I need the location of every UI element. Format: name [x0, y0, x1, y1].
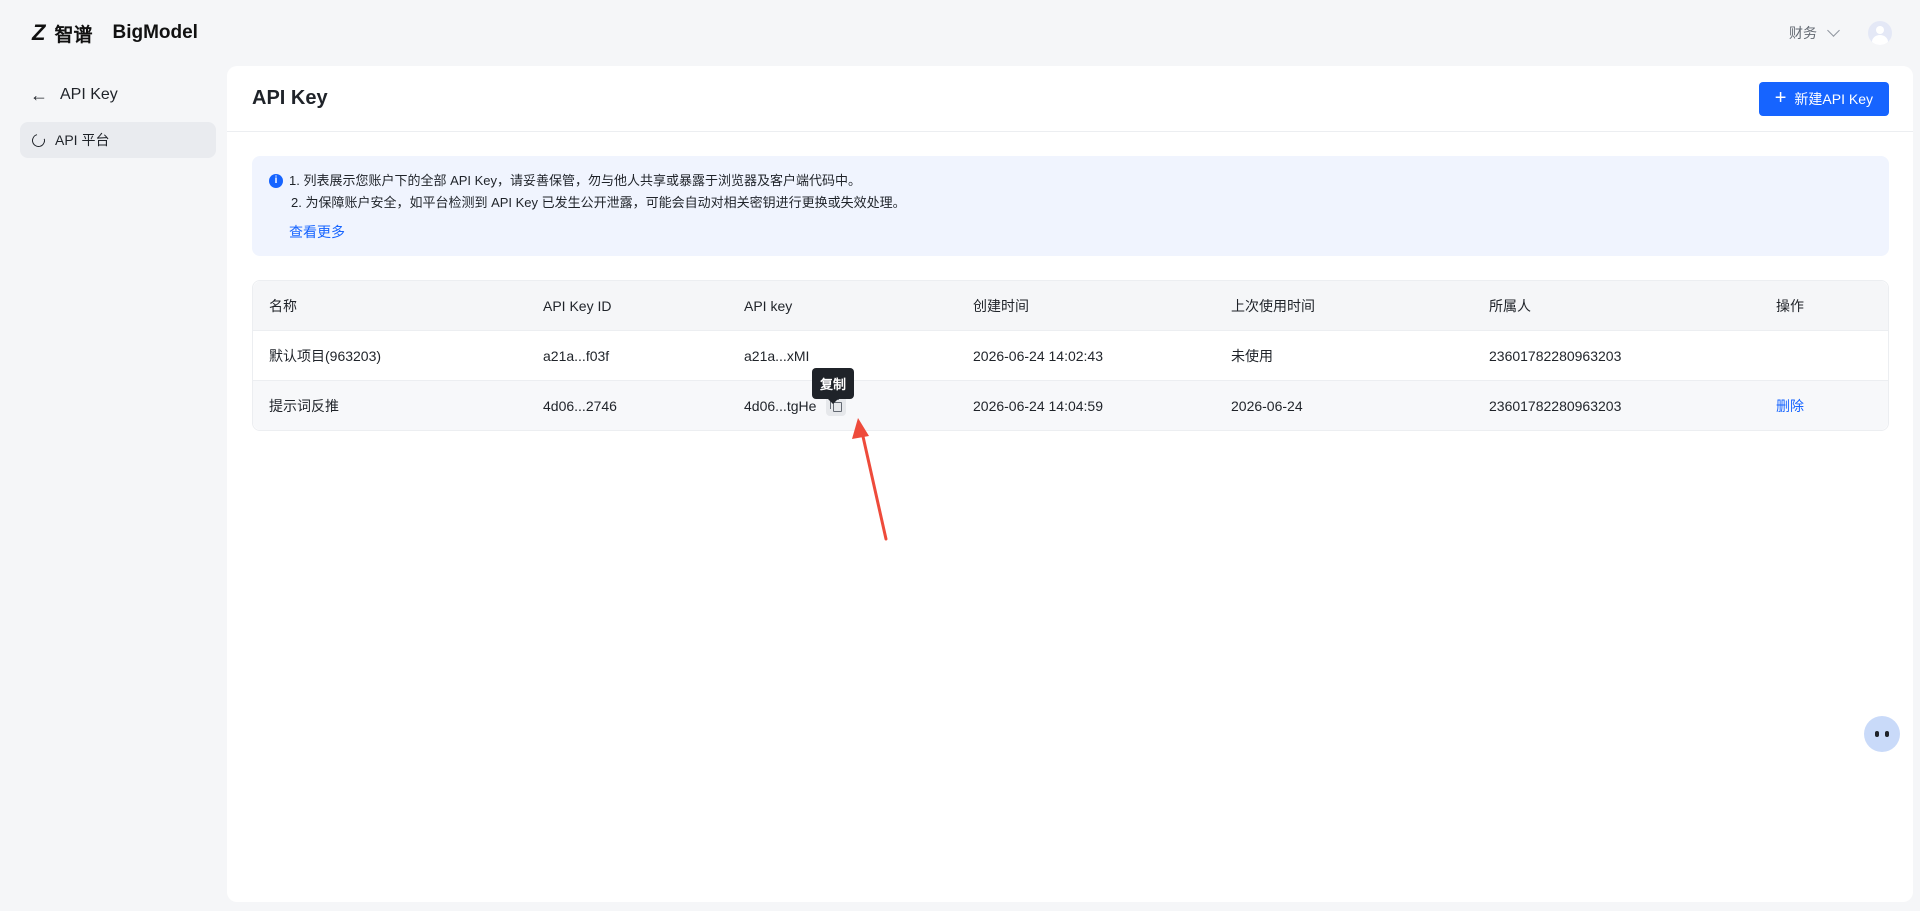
- column-header: 名称: [269, 297, 297, 314]
- brand-mark-icon: Z: [32, 20, 45, 45]
- table-row: 默认项目(963203) a21a...f03f a21a...xMI 2026…: [253, 330, 1888, 380]
- row-created: 2026-06-24 14:02:43: [973, 347, 1103, 364]
- row-owner: 23601782280963203: [1489, 397, 1622, 414]
- notice-line-2: 2. 为保障账户安全，如平台检测到 API Key 已发生公开泄露，可能会自动对…: [269, 192, 1872, 214]
- top-bar: Z 智谱 BigModel 财务: [0, 0, 1920, 66]
- sidebar-item-api-platform[interactable]: API 平台: [20, 122, 216, 158]
- delete-link[interactable]: 删除: [1776, 396, 1876, 416]
- info-icon: i: [269, 174, 283, 188]
- account-dropdown[interactable]: 财务: [1789, 23, 1840, 43]
- back-label: API Key: [60, 86, 118, 103]
- account-label: 财务: [1789, 25, 1817, 41]
- main-header: API Key + 新建API Key: [227, 66, 1913, 132]
- table-header: 名称 API Key ID API key 创建时间 上次使用时间 所属人 操作: [253, 281, 1888, 330]
- sidebar-item-label: API 平台: [55, 132, 110, 148]
- assistant-eye-icon: [1875, 731, 1879, 737]
- row-owner: 23601782280963203: [1489, 347, 1622, 364]
- row-api-key-cell: 4d06...tgHe 复制: [744, 367, 973, 416]
- main-panel: API Key + 新建API Key i 1. 列表展示您账户下的全部 API…: [227, 66, 1913, 902]
- column-header: API Key ID: [543, 297, 612, 314]
- arrow-left-icon: ←: [30, 85, 48, 105]
- brand-name-zh: 智谱: [54, 24, 93, 46]
- column-header: API key: [744, 297, 793, 314]
- chevron-down-icon: [1827, 24, 1840, 37]
- row-created: 2026-06-24 14:04:59: [973, 397, 1103, 414]
- sidebar: ← API Key API 平台: [20, 78, 216, 158]
- row-api-key: a21a...xMI: [744, 347, 810, 364]
- new-api-key-label: 新建API Key: [1794, 90, 1873, 107]
- new-api-key-button[interactable]: + 新建API Key: [1758, 81, 1889, 116]
- row-key-id: a21a...f03f: [543, 347, 610, 364]
- column-header: 操作: [1776, 297, 1804, 314]
- page-title: API Key: [252, 87, 328, 109]
- assistant-eye-icon: [1885, 731, 1889, 737]
- copy-tooltip: 复制: [812, 367, 855, 404]
- row-last-used: 2026-06-24: [1231, 397, 1303, 414]
- notice-banner: i 1. 列表展示您账户下的全部 API Key，请妥善保管，勿与他人共享或暴露…: [252, 156, 1889, 256]
- notice-line-1: i 1. 列表展示您账户下的全部 API Key，请妥善保管，勿与他人共享或暴露…: [269, 170, 1872, 192]
- view-more-link[interactable]: 查看更多: [289, 222, 345, 242]
- refresh-icon: [29, 131, 48, 149]
- notice-text-1: 1. 列表展示您账户下的全部 API Key，请妥善保管，勿与他人共享或暴露于浏…: [289, 173, 862, 188]
- api-key-table: 名称 API Key ID API key 创建时间 上次使用时间 所属人 操作…: [252, 280, 1889, 431]
- row-api-key-cell: a21a...xMI: [744, 348, 973, 364]
- column-header: 所属人: [1489, 297, 1531, 314]
- table-row: 提示词反推 4d06...2746 4d06...tgHe 复制 2026-06…: [253, 367, 1888, 430]
- brand-name-en: BigModel: [112, 22, 198, 43]
- row-api-key: 4d06...tgHe: [744, 397, 817, 414]
- avatar[interactable]: [1868, 21, 1892, 45]
- plus-icon: +: [1774, 86, 1787, 109]
- row-name: 提示词反推: [269, 397, 339, 414]
- row-key-id: 4d06...2746: [543, 397, 617, 414]
- column-header: 上次使用时间: [1231, 297, 1315, 314]
- row-last-used: 未使用: [1231, 347, 1273, 364]
- header-actions: 财务: [1789, 21, 1892, 45]
- back-button[interactable]: ← API Key: [20, 78, 216, 112]
- row-name: 默认项目(963203): [269, 347, 382, 364]
- assistant-bubble[interactable]: [1864, 716, 1900, 752]
- brand-logo[interactable]: Z 智谱 BigModel: [32, 20, 198, 47]
- column-header: 创建时间: [973, 297, 1029, 314]
- notice-text-2: 2. 为保障账户安全，如平台检测到 API Key 已发生公开泄露，可能会自动对…: [291, 195, 906, 210]
